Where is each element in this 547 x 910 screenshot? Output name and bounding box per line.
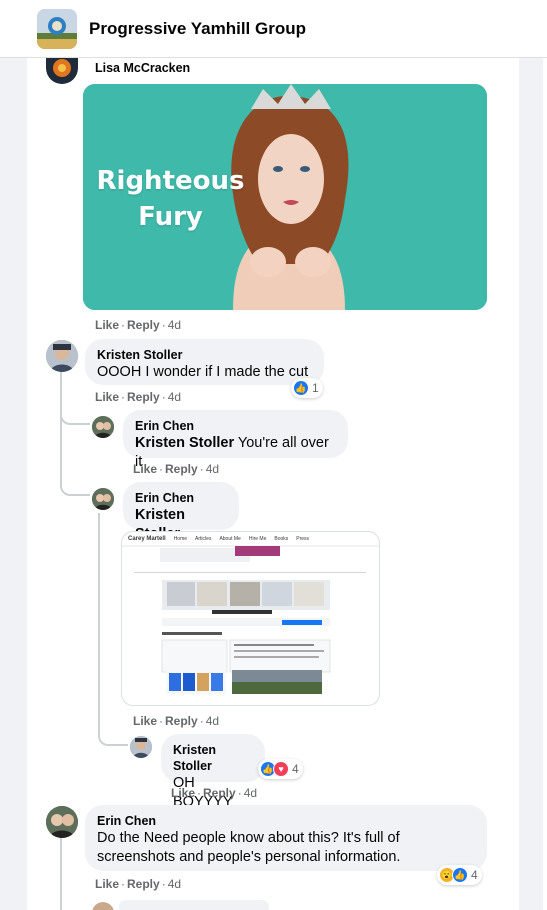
reply-bubble: Erin Chen Kristen Stoller [123, 482, 239, 542]
reply-link[interactable]: Reply [165, 462, 198, 476]
thread-line [98, 513, 100, 728]
comment-time: 4d [205, 714, 220, 728]
comment-bubble: Erin Chen Do the Need people know about … [85, 805, 487, 871]
reply-bubble: Erin Chen Kristen Stoller You're all ove… [123, 410, 348, 470]
comment-actions: Like · Reply · 4d [133, 714, 220, 728]
comment-time: 4d [205, 462, 220, 476]
reaction-summary[interactable]: 😮 👍 4 [437, 865, 482, 885]
screenshot-attachment[interactable]: Carey Martell Home Articles About Me Hir… [121, 531, 380, 706]
like-link[interactable]: Like [95, 390, 119, 404]
like-link[interactable]: Like [133, 462, 157, 476]
avatar[interactable] [130, 736, 152, 758]
righteous-fury-gif[interactable]: Righteous Fury [83, 84, 487, 310]
avatar[interactable] [92, 416, 114, 438]
gif-caption-line1: Righteous [96, 166, 245, 196]
comment-author[interactable]: Kristen Stoller [173, 742, 253, 774]
reaction-count: 1 [312, 381, 319, 395]
reaction-count: 4 [292, 762, 299, 776]
like-link[interactable]: Like [95, 877, 119, 891]
reply-link[interactable]: Reply [127, 390, 160, 404]
thread-line [60, 372, 62, 472]
comment-author[interactable]: Erin Chen [97, 813, 475, 829]
thread-connector [60, 470, 90, 496]
comment-actions: Like · Reply · 4d [95, 318, 182, 332]
reply-bubble: Kristen Stoller OH BOYYYY [161, 734, 265, 810]
thread-connector [98, 722, 128, 746]
thread-connector [60, 405, 90, 425]
mention-tag[interactable]: Kristen Stoller [135, 435, 234, 451]
group-header: Progressive Yamhill Group [0, 0, 547, 58]
like-link[interactable]: Like [171, 786, 195, 800]
group-name[interactable]: Progressive Yamhill Group [89, 19, 306, 39]
avatar[interactable] [92, 488, 114, 510]
right-edge [543, 58, 547, 910]
comment-author[interactable]: Kristen Stoller [97, 347, 312, 363]
comment-text: Do the Need people know about this? It's… [97, 830, 401, 865]
gif-caption-line2: Fury [138, 202, 203, 232]
comment-bubble: Kristen Stoller OOOH I wonder if I made … [85, 339, 324, 385]
comment-author[interactable]: Erin Chen [135, 490, 227, 506]
avatar[interactable] [46, 340, 78, 372]
thread-line [60, 838, 62, 910]
reply-link[interactable]: Reply [127, 877, 160, 891]
reply-link[interactable]: Reply [203, 786, 236, 800]
comment-time: 4d [167, 877, 182, 891]
comment-author[interactable]: Lisa McCracken [95, 61, 190, 75]
comment-time: 4d [167, 390, 182, 404]
reply-link[interactable]: Reply [127, 318, 160, 332]
comment-text: OOOH I wonder if I made the cut [97, 364, 309, 380]
group-logo[interactable] [37, 9, 77, 49]
reply-link[interactable]: Reply [165, 714, 198, 728]
avatar[interactable] [46, 806, 78, 838]
like-reaction-icon: 👍 [452, 867, 468, 883]
comment-actions: Like · Reply · 4d [171, 786, 258, 800]
comment-author[interactable]: Erin Chen [135, 418, 336, 434]
reaction-summary[interactable]: 👍 1 [291, 378, 323, 398]
comment-actions: Like · Reply · 4d [133, 462, 220, 476]
comment-time: 4d [243, 786, 258, 800]
love-reaction-icon: ♥ [273, 761, 289, 777]
comment-actions: Like · Reply · 4d [95, 390, 182, 404]
reaction-count: 4 [471, 868, 478, 882]
attachment-image [122, 545, 379, 694]
like-link[interactable]: Like [133, 714, 157, 728]
comment-actions: Like · Reply · 4d [95, 877, 182, 891]
reaction-summary[interactable]: 👍 ♥ 4 [258, 759, 303, 779]
like-link[interactable]: Like [95, 318, 119, 332]
next-reply-bubble [119, 900, 269, 910]
comment-time: 4d [167, 318, 182, 332]
like-reaction-icon: 👍 [293, 380, 309, 396]
